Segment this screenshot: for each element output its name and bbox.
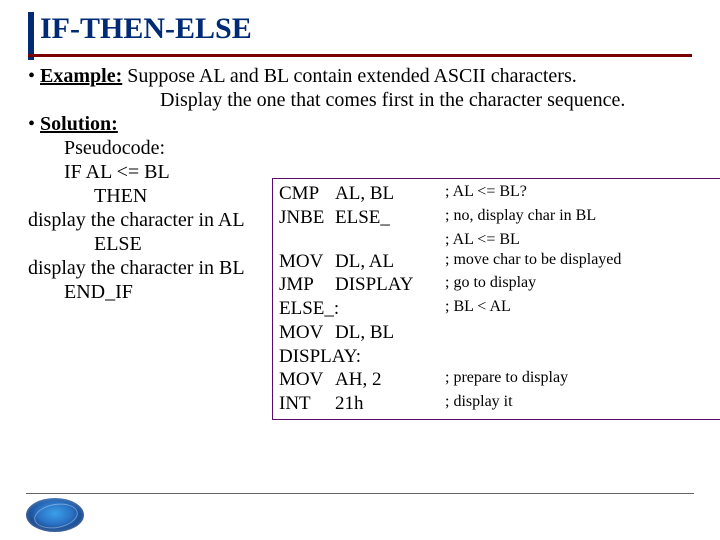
slide-title: IF-THEN-ELSE (40, 12, 252, 46)
code-row: MOVDL, BL (279, 321, 719, 345)
code-row: JMPDISPLAY; go to display (279, 273, 719, 297)
footer-separator (26, 493, 694, 494)
title-underline (28, 54, 692, 57)
code-row: INT21h; display it (279, 392, 719, 416)
code-row: JNBEELSE_; no, display char in BL (279, 206, 719, 230)
code-row: MOVDL, AL; move char to be displayed (279, 250, 719, 274)
example-label: Example: (40, 65, 122, 87)
title-accent-bar (28, 12, 34, 60)
code-row: CMPAL, BL; AL <= BL? (279, 182, 719, 206)
example-line2: Display the one that comes first in the … (28, 88, 708, 112)
example-line1: • Example: Suppose AL and BL contain ext… (28, 64, 708, 88)
code-row: DISPLAY: (279, 345, 719, 369)
pseudocode-label: Pseudocode: (28, 136, 708, 160)
globe-logo-icon (26, 498, 84, 532)
solution-label: Solution: (40, 113, 118, 135)
example-text-2: Display the one that comes first in the … (160, 89, 625, 111)
code-row: MOVAH, 2; prepare to display (279, 368, 719, 392)
code-row: ; AL <= BL (279, 230, 719, 250)
code-row: ELSE_:; BL < AL (279, 297, 719, 321)
assembly-code-box: CMPAL, BL; AL <= BL? JNBEELSE_; no, disp… (272, 178, 720, 420)
solution-line: • Solution: (28, 112, 708, 136)
example-text-1: Suppose AL and BL contain extended ASCII… (122, 65, 577, 87)
